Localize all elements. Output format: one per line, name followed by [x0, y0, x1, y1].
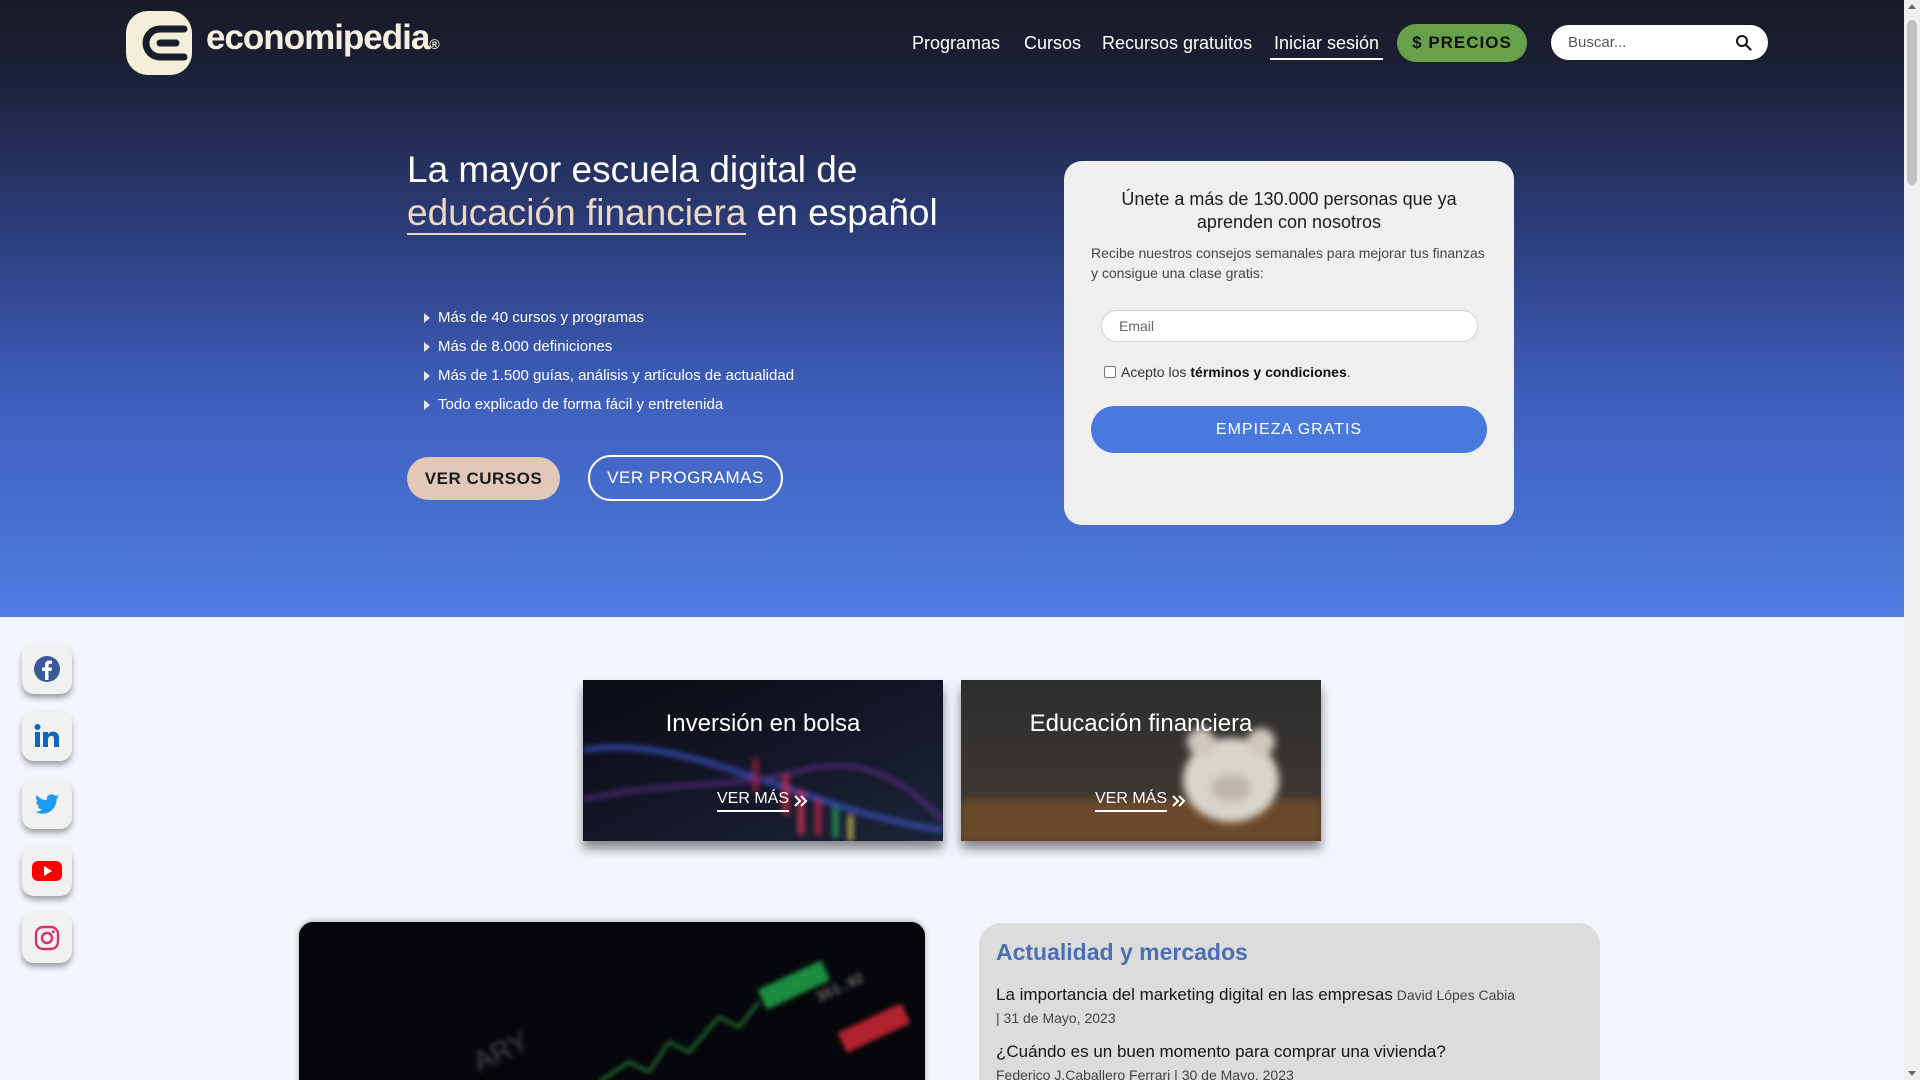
- bullet-text: Más de 40 cursos y programas: [438, 309, 644, 326]
- news-author: David Lópes Cabia: [1396, 987, 1516, 1003]
- list-item: Más de 1.500 guías, análisis y artículos…: [424, 361, 794, 390]
- ver-cursos-button[interactable]: VER CURSOS: [407, 457, 560, 500]
- facebook-button[interactable]: [22, 644, 72, 694]
- nav-iniciar-sesion[interactable]: Iniciar sesión: [1270, 33, 1384, 60]
- hero-background: [0, 0, 1904, 617]
- category-title: Educación financiera: [1029, 710, 1253, 737]
- trading-screen-image: ARY 351.92: [299, 922, 925, 1080]
- terms-link[interactable]: términos y condiciones: [1190, 364, 1346, 380]
- scroll-thumb[interactable]: [1907, 20, 1917, 185]
- category-card-educacion-financiera[interactable]: Educación financiera VER MÁS: [961, 680, 1321, 841]
- signup-title: Únete a más de 130.000 personas que ya a…: [1121, 189, 1457, 232]
- search-icon[interactable]: [1735, 34, 1752, 51]
- ver-programas-button[interactable]: VER PROGRAMAS: [588, 455, 783, 501]
- economipedia-logo-icon[interactable]: [126, 11, 192, 75]
- email-field[interactable]: [1119, 311, 1459, 341]
- signup-description: Recibe nuestros consejos semanales para …: [1091, 245, 1485, 281]
- ver-mas-link[interactable]: VER MÁS: [961, 790, 1321, 812]
- hero-title-rest: en español: [746, 192, 938, 233]
- stock-chart-image: [583, 680, 943, 841]
- instagram-button[interactable]: [22, 913, 72, 963]
- page-scrollbar[interactable]: [1904, 0, 1920, 1080]
- linkedin-button[interactable]: [22, 711, 72, 761]
- bullet-text: Todo explicado de forma fácil y entreten…: [438, 396, 724, 413]
- bullet-triangle-icon: [424, 370, 430, 381]
- site-header: economipedia® Programas Cursos Recursos …: [0, 0, 1904, 90]
- instagram-icon: [34, 925, 60, 951]
- linkedin-icon: [34, 724, 59, 747]
- youtube-icon: [32, 861, 62, 881]
- terms-suffix: .: [1346, 364, 1351, 380]
- ver-mas-label: VER MÁS: [1094, 790, 1167, 812]
- ver-mas-label: VER MÁS: [716, 790, 789, 812]
- terms-checkbox[interactable]: [1104, 366, 1116, 378]
- empieza-gratis-button[interactable]: EMPIEZA GRATIS: [1091, 406, 1487, 453]
- list-item: Más de 8.000 definiciones: [424, 332, 794, 361]
- terms-row: Acepto los términos y condiciones.: [1104, 364, 1351, 380]
- list-item[interactable]: ¿Cuándo es un buen momento para comprar …: [996, 1040, 1576, 1080]
- news-title[interactable]: La importancia del marketing digital en …: [996, 985, 1393, 1004]
- twitter-button[interactable]: [22, 779, 72, 829]
- hero-bullet-list: Más de 40 cursos y programas Más de 8.00…: [424, 303, 794, 419]
- email-field-wrapper: [1101, 310, 1478, 342]
- scroll-up-icon[interactable]: [1908, 4, 1916, 9]
- hero-title-line1: La mayor escuela digital de: [407, 149, 858, 190]
- bullet-triangle-icon: [424, 341, 430, 352]
- news-date: | 31 de Mayo, 2023: [996, 1010, 1116, 1026]
- logo-wordmark[interactable]: economipedia®: [206, 18, 440, 58]
- nav-programas[interactable]: Programas: [912, 33, 1000, 54]
- double-chevron-right-icon: [1172, 795, 1186, 807]
- news-meta: Federico J.Caballero Ferrari | 30 de May…: [996, 1067, 1294, 1080]
- featured-trading-image[interactable]: ARY 351.92: [299, 922, 925, 1080]
- ver-mas-link[interactable]: VER MÁS: [583, 790, 943, 812]
- news-heading[interactable]: Actualidad y mercados: [996, 939, 1248, 966]
- registered-mark: ®: [429, 36, 439, 52]
- bullet-text: Más de 8.000 definiciones: [438, 338, 613, 355]
- category-card-inversion-bolsa[interactable]: Inversión en bolsa VER MÁS: [583, 680, 943, 841]
- search-input[interactable]: [1568, 25, 1728, 60]
- double-chevron-right-icon: [794, 795, 808, 807]
- hero-title-highlight: educación financiera: [407, 192, 747, 235]
- facebook-icon: [34, 656, 60, 682]
- news-panel: Actualidad y mercados La importancia del…: [979, 923, 1600, 1080]
- nav-cursos[interactable]: Cursos: [1024, 33, 1081, 54]
- piggy-bank-image: [961, 680, 1321, 841]
- scroll-down-icon[interactable]: [1908, 1071, 1916, 1076]
- list-item: Todo explicado de forma fácil y entreten…: [424, 390, 794, 419]
- precios-button[interactable]: $ PRECIOS: [1397, 24, 1527, 62]
- signup-card: Únete a más de 130.000 personas que ya a…: [1064, 161, 1514, 525]
- search-box: [1551, 25, 1768, 60]
- bullet-triangle-icon: [424, 312, 430, 323]
- bullet-text: Más de 1.500 guías, análisis y artículos…: [438, 367, 795, 384]
- youtube-button[interactable]: [22, 846, 72, 896]
- news-title[interactable]: ¿Cuándo es un buen momento para comprar …: [996, 1042, 1446, 1061]
- terms-prefix: Acepto los: [1121, 364, 1187, 380]
- list-item[interactable]: La importancia del marketing digital en …: [996, 983, 1576, 1030]
- list-item: Más de 40 cursos y programas: [424, 303, 794, 332]
- twitter-icon: [35, 794, 59, 814]
- category-title: Inversión en bolsa: [665, 710, 861, 737]
- bullet-triangle-icon: [424, 399, 430, 410]
- nav-recursos-gratuitos[interactable]: Recursos gratuitos: [1102, 33, 1252, 54]
- hero-title: La mayor escuela digital de educación fi…: [407, 148, 1007, 235]
